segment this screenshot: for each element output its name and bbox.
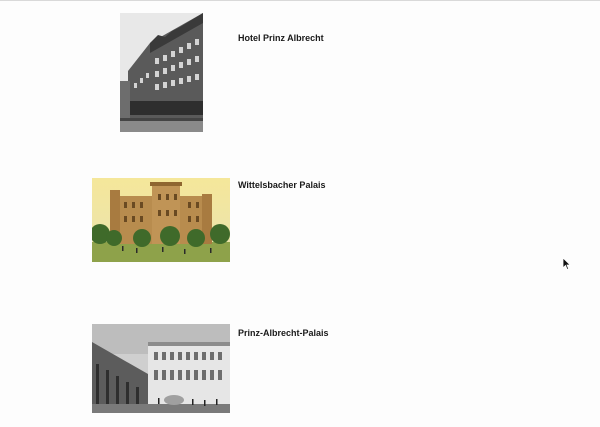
palace-painting-image[interactable] [92, 178, 230, 262]
top-divider [0, 0, 600, 1]
mouse-cursor-icon [562, 257, 572, 271]
palace-engraving-image[interactable] [92, 324, 230, 413]
page: Hotel Prinz Albrecht Wittelsbacher Palai… [0, 0, 600, 427]
hotel-building-image[interactable] [120, 13, 203, 132]
entry-title[interactable]: Wittelsbacher Palais [238, 180, 325, 190]
entry-title[interactable]: Prinz-Albrecht-Palais [238, 328, 329, 338]
entry-title[interactable]: Hotel Prinz Albrecht [238, 33, 324, 43]
